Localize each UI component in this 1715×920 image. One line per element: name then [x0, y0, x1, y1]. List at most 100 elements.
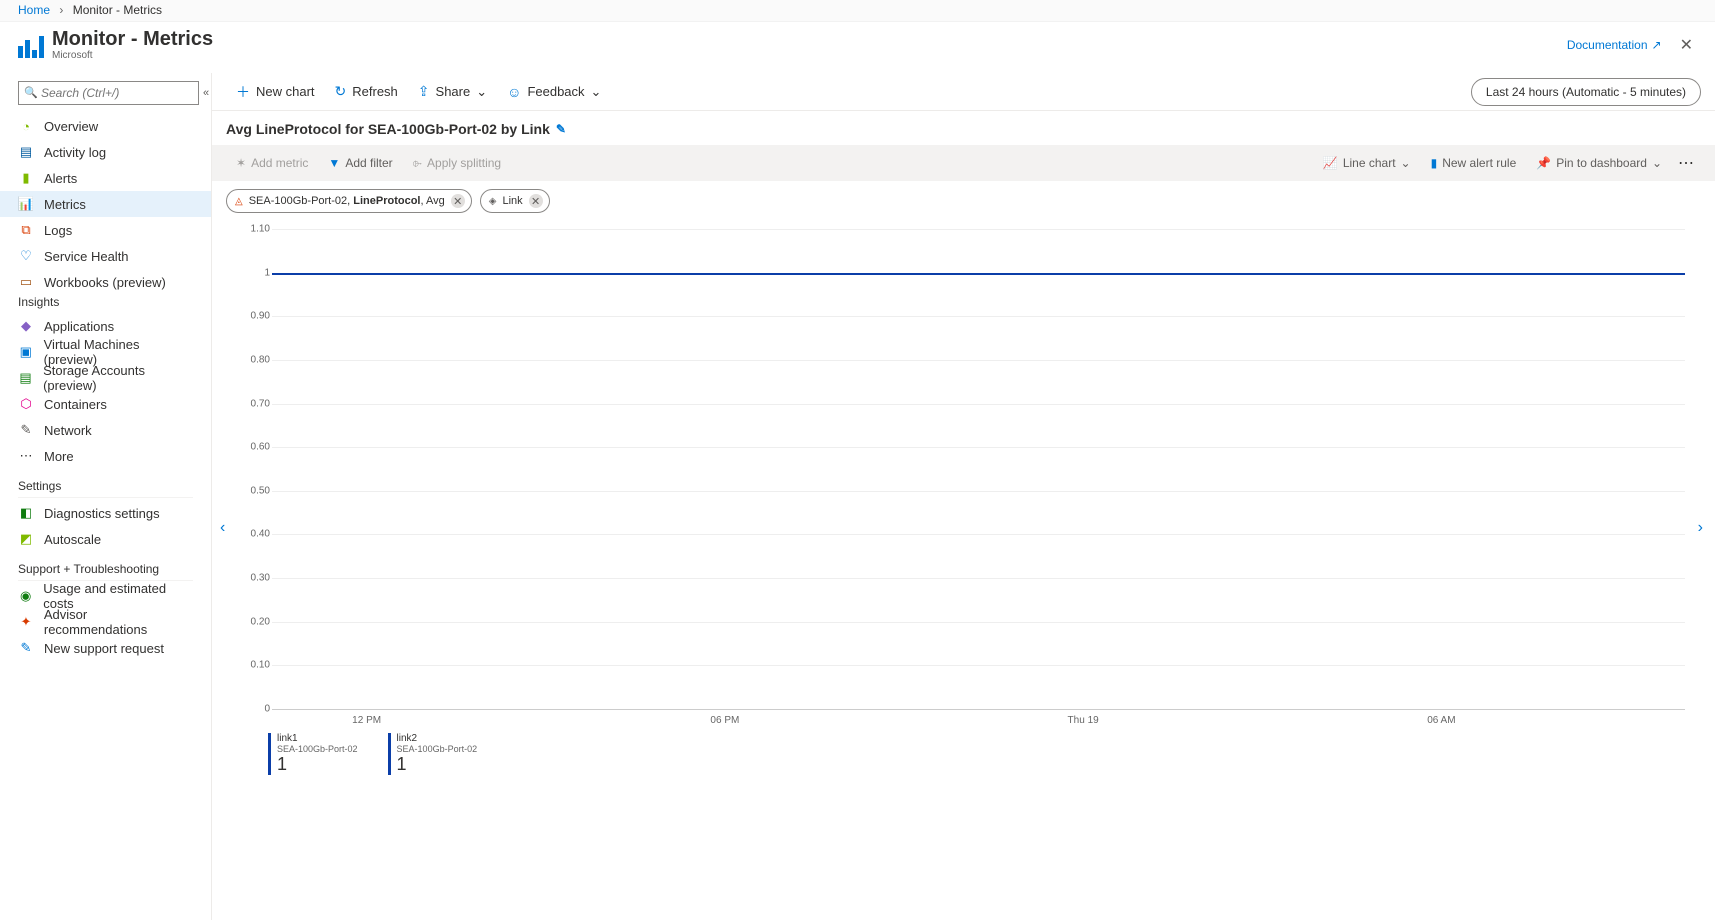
sidebar-item-label: More — [44, 449, 74, 464]
sidebar-icon: ◆ — [18, 318, 34, 334]
chart-legend: link1SEA-100Gb-Port-021 link2SEA-100Gb-Po… — [268, 733, 1715, 775]
sidebar-icon: ◔ — [18, 118, 34, 134]
sidebar-item-autoscale[interactable]: ◩Autoscale — [0, 526, 211, 552]
refresh-icon: ↻ — [335, 83, 347, 100]
smile-icon: ☺ — [507, 84, 521, 100]
plus-icon: ＋ — [236, 82, 250, 102]
y-axis-tick: 1 — [230, 267, 270, 278]
sidebar-item-network[interactable]: ✎Network — [0, 417, 211, 443]
sidebar-item-overview[interactable]: ◔Overview — [0, 113, 211, 139]
sidebar-item-advisor-recommendations[interactable]: ✦ Advisor recommendations — [0, 609, 211, 635]
legend-item[interactable]: link2SEA-100Gb-Port-021 — [388, 733, 478, 775]
sidebar-item-virtual-machines-preview-[interactable]: ▣Virtual Machines (preview) — [0, 339, 211, 365]
sidebar-icon: ♡ — [18, 248, 34, 264]
sidebar: 🔍 « ◔Overview▤Activity log▮Alerts📊Metric… — [0, 73, 212, 920]
sidebar-item-label: Storage Accounts (preview) — [43, 363, 193, 393]
sidebar-icon: 📊 — [18, 196, 34, 212]
page-title: Monitor - Metrics — [52, 28, 213, 50]
chart-type-button[interactable]: 📈Line chart ⌄ — [1313, 149, 1421, 177]
x-axis-tick: 12 PM — [352, 715, 381, 726]
chart-title: Avg LineProtocol for SEA-100Gb-Port-02 b… — [212, 111, 1715, 145]
legend-resource: SEA-100Gb-Port-02 — [397, 744, 478, 754]
legend-value: 1 — [277, 754, 358, 775]
pin-button[interactable]: 📌Pin to dashboard ⌄ — [1526, 149, 1672, 177]
refresh-button[interactable]: ↻Refresh — [325, 76, 408, 108]
apply-splitting-button[interactable]: ⌱Apply splitting — [403, 149, 511, 177]
sidebar-item-label: New support request — [44, 641, 164, 656]
sidebar-icon: ◧ — [18, 505, 34, 521]
prev-chart-button[interactable]: ‹ — [214, 513, 231, 543]
add-filter-button[interactable]: ▼Add filter — [318, 149, 402, 177]
sidebar-item-label: Advisor recommendations — [44, 607, 193, 637]
sidebar-item-diagnostics-settings[interactable]: ◧Diagnostics settings — [0, 500, 211, 526]
sidebar-item-new-support-request[interactable]: ✎ New support request — [0, 635, 211, 661]
sidebar-icon: ⧉ — [18, 222, 34, 238]
next-chart-button[interactable]: › — [1692, 513, 1709, 543]
chart-toolbar: ✶Add metric ▼Add filter ⌱Apply splitting… — [212, 145, 1715, 181]
time-range-picker[interactable]: Last 24 hours (Automatic - 5 minutes) — [1471, 78, 1701, 106]
sidebar-item-workbooks-preview-[interactable]: ▭Workbooks (preview) — [0, 269, 211, 295]
sidebar-item-label: Metrics — [44, 197, 86, 212]
sidebar-item-alerts[interactable]: ▮Alerts — [0, 165, 211, 191]
split-pill[interactable]: ◈ Link ✕ — [480, 189, 550, 213]
search-input[interactable] — [18, 81, 199, 105]
sidebar-item-activity-log[interactable]: ▤Activity log — [0, 139, 211, 165]
y-axis-tick: 0.40 — [230, 529, 270, 540]
new-chart-button[interactable]: ＋New chart — [226, 76, 325, 108]
collapse-icon[interactable]: « — [203, 87, 209, 99]
sidebar-group-header: Insights — [18, 295, 193, 313]
share-icon: ⇪ — [418, 83, 430, 100]
sidebar-item-logs[interactable]: ⧉ Logs — [0, 217, 211, 243]
sidebar-icon: ▤ — [18, 370, 33, 386]
sidebar-item-metrics[interactable]: 📊 Metrics — [0, 191, 211, 217]
more-options-button[interactable]: ⋯ — [1672, 153, 1701, 173]
documentation-link[interactable]: Documentation ↗ — [1567, 38, 1662, 52]
pin-icon: 📌 — [1536, 156, 1551, 170]
sidebar-icon: ✎ — [18, 640, 34, 656]
chevron-down-icon: ⌄ — [1652, 156, 1662, 170]
metric-pills: ◬ SEA-100Gb-Port-02, LineProtocol, Avg ✕… — [212, 181, 1715, 221]
sidebar-icon: ✦ — [18, 614, 34, 630]
chart-plot-area[interactable]: 1.1010.900.800.700.600.500.400.300.200.1… — [252, 229, 1685, 713]
remove-icon[interactable]: ✕ — [451, 194, 465, 208]
legend-series-name: link2 — [397, 733, 478, 744]
feedback-button[interactable]: ☺Feedback ⌄ — [497, 76, 611, 108]
sidebar-item-more[interactable]: ⋯ More — [0, 443, 211, 469]
grid-line — [272, 665, 1685, 666]
sidebar-icon: ◉ — [18, 588, 33, 604]
sidebar-item-storage-accounts-preview-[interactable]: ▤ Storage Accounts (preview) — [0, 365, 211, 391]
new-alert-button[interactable]: ▮New alert rule — [1421, 149, 1527, 177]
y-axis-tick: 0.70 — [230, 398, 270, 409]
y-axis-tick: 0.60 — [230, 442, 270, 453]
sidebar-item-label: Service Health — [44, 249, 129, 264]
sidebar-item-label: Logs — [44, 223, 72, 238]
close-icon[interactable]: ✕ — [1676, 35, 1697, 55]
share-button[interactable]: ⇪Share ⌄ — [408, 76, 497, 108]
sidebar-item-containers[interactable]: ⬡Containers — [0, 391, 211, 417]
sidebar-icon: ⋯ — [18, 448, 34, 464]
add-metric-button[interactable]: ✶Add metric — [226, 149, 318, 177]
x-axis-tick: 06 AM — [1427, 715, 1455, 726]
line-chart-icon: 📈 — [1323, 156, 1338, 170]
sidebar-item-usage-and-estimated-costs[interactable]: ◉Usage and estimated costs — [0, 583, 211, 609]
grid-line — [272, 404, 1685, 405]
edit-icon[interactable]: ✎ — [556, 122, 566, 136]
chevron-down-icon: ⌄ — [476, 84, 487, 100]
y-axis-tick: 0.10 — [230, 660, 270, 671]
breadcrumb-home[interactable]: Home — [18, 3, 50, 17]
grid-line — [272, 491, 1685, 492]
page-subtitle: Microsoft — [52, 50, 213, 61]
y-axis-tick: 0.80 — [230, 354, 270, 365]
y-axis-tick: 0.90 — [230, 311, 270, 322]
monitor-icon — [18, 32, 44, 58]
remove-icon[interactable]: ✕ — [529, 194, 543, 208]
sidebar-item-applications[interactable]: ◆Applications — [0, 313, 211, 339]
y-axis-tick: 0.50 — [230, 485, 270, 496]
sidebar-icon: ⬡ — [18, 396, 34, 412]
sidebar-item-service-health[interactable]: ♡ Service Health — [0, 243, 211, 269]
command-bar: ＋New chart ↻Refresh ⇪Share ⌄ ☺Feedback ⌄… — [212, 73, 1715, 111]
metric-pill[interactable]: ◬ SEA-100Gb-Port-02, LineProtocol, Avg ✕ — [226, 189, 472, 213]
sparkle-icon: ✶ — [236, 156, 246, 170]
legend-value: 1 — [397, 754, 478, 775]
legend-item[interactable]: link1SEA-100Gb-Port-021 — [268, 733, 358, 775]
